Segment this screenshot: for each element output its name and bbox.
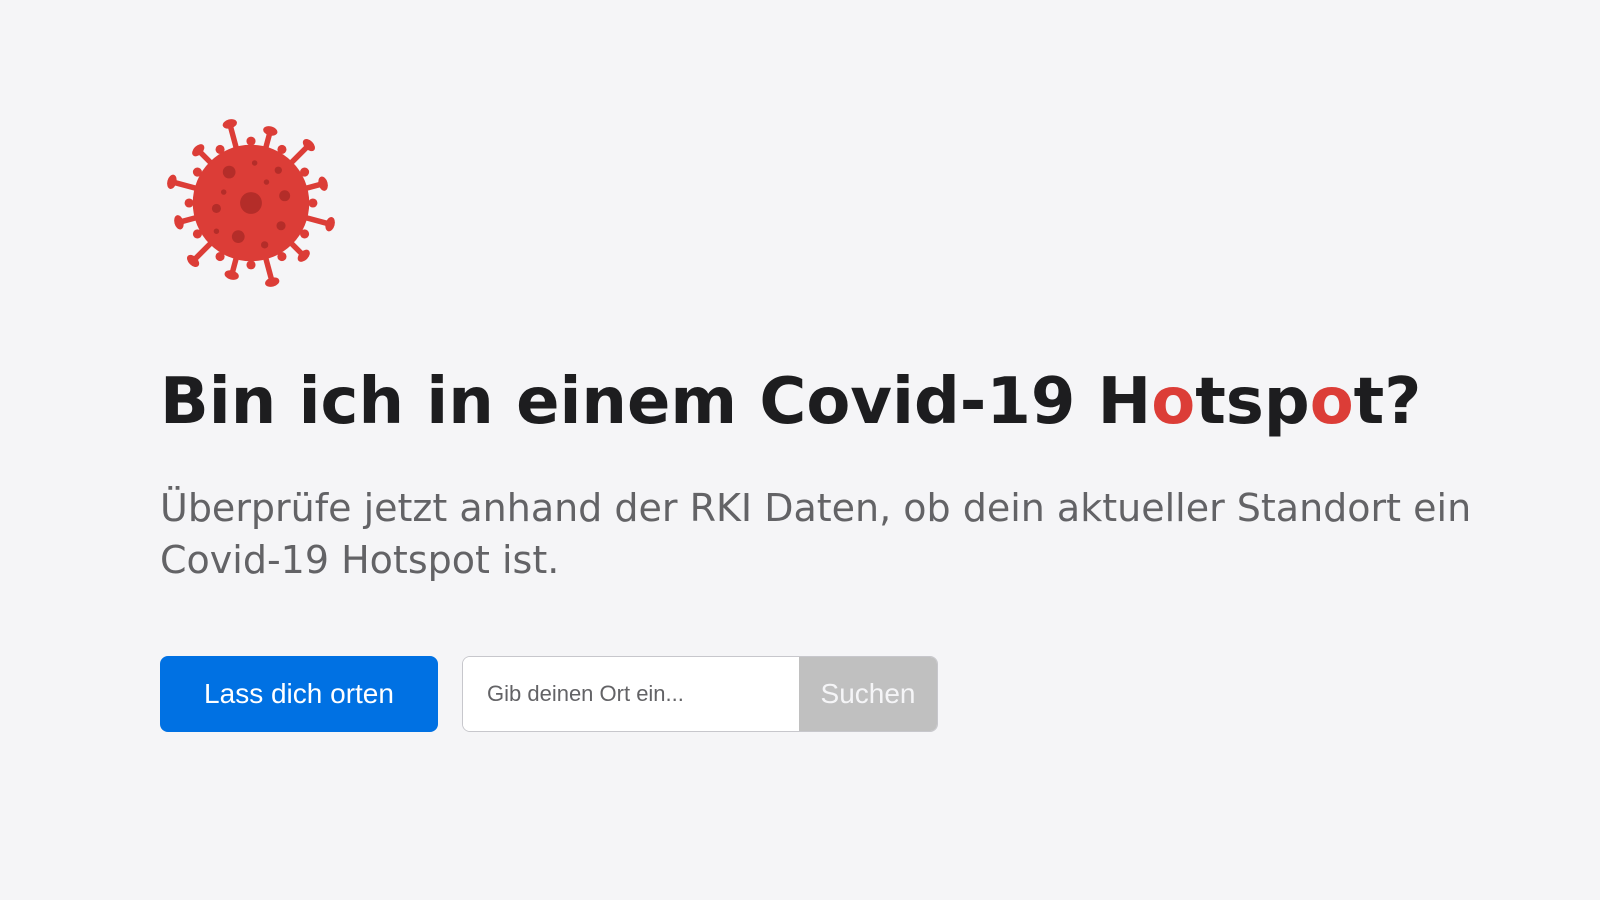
action-bar: Lass dich orten Suchen bbox=[160, 656, 1500, 732]
virus-bump bbox=[308, 198, 318, 208]
page: Bin ich in einem Covid-19 Hotspot? Überp… bbox=[0, 0, 1600, 900]
virus-spike-tip bbox=[222, 119, 237, 129]
virus-spike-tip bbox=[224, 270, 239, 280]
virus-spike-tip bbox=[263, 126, 278, 136]
virus-spike-tip bbox=[325, 217, 335, 232]
virus-spike-tip bbox=[167, 174, 177, 189]
title-part: Bin ich in einem Covid-19 H bbox=[160, 365, 1152, 439]
page-title: Bin ich in einem Covid-19 Hotspot? bbox=[160, 362, 1500, 442]
search-group: Suchen bbox=[462, 656, 938, 732]
virus-bump bbox=[184, 198, 194, 208]
main-content: Bin ich in einem Covid-19 Hotspot? Überp… bbox=[160, 112, 1500, 732]
coronavirus-icon bbox=[167, 119, 335, 287]
search-button[interactable]: Suchen bbox=[799, 657, 937, 731]
title-part: t? bbox=[1353, 365, 1422, 439]
title-part: tsp bbox=[1195, 365, 1310, 439]
title-accent-o: o bbox=[1151, 365, 1196, 439]
virus-bump bbox=[246, 136, 256, 146]
virus-spike-tip bbox=[265, 277, 280, 287]
location-search-input[interactable] bbox=[463, 657, 799, 731]
virus-bump bbox=[246, 260, 256, 270]
locate-me-button[interactable]: Lass dich orten bbox=[160, 656, 438, 732]
title-accent-o: o bbox=[1309, 365, 1354, 439]
virus-spike-tip bbox=[174, 215, 184, 230]
virus-spike-tip bbox=[318, 176, 328, 191]
subtitle: Überprüfe jetzt anhand der RKI Daten, ob… bbox=[160, 486, 1472, 582]
